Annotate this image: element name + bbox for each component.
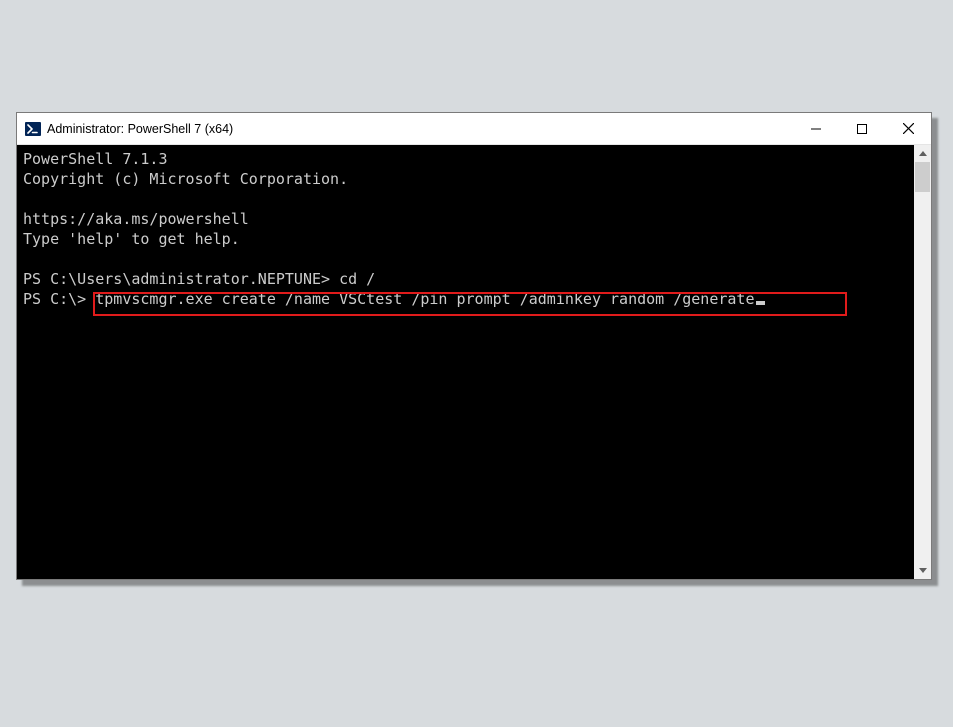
prompt-prefix: PS C:\Users\administrator.NEPTUNE> bbox=[23, 270, 339, 288]
powershell-window: Administrator: PowerShell 7 (x64) PowerS… bbox=[16, 112, 932, 580]
client-area: PowerShell 7.1.3 Copyright (c) Microsoft… bbox=[17, 145, 931, 579]
close-button[interactable] bbox=[885, 113, 931, 144]
window-controls bbox=[793, 113, 931, 144]
text-cursor bbox=[756, 301, 765, 305]
terminal-line: https://aka.ms/powershell bbox=[23, 210, 249, 228]
vertical-scrollbar[interactable] bbox=[914, 145, 931, 579]
prompt-command: tpmvscmgr.exe create /name VSCtest /pin … bbox=[95, 290, 754, 308]
scroll-down-arrow-icon[interactable] bbox=[914, 562, 931, 579]
terminal-line: Type 'help' to get help. bbox=[23, 230, 240, 248]
scroll-thumb[interactable] bbox=[915, 162, 930, 192]
titlebar[interactable]: Administrator: PowerShell 7 (x64) bbox=[17, 113, 931, 145]
terminal-line: PowerShell 7.1.3 bbox=[23, 150, 168, 168]
terminal-line: Copyright (c) Microsoft Corporation. bbox=[23, 170, 348, 188]
minimize-button[interactable] bbox=[793, 113, 839, 144]
scroll-up-arrow-icon[interactable] bbox=[914, 145, 931, 162]
window-title: Administrator: PowerShell 7 (x64) bbox=[47, 122, 233, 136]
terminal-output[interactable]: PowerShell 7.1.3 Copyright (c) Microsoft… bbox=[17, 145, 914, 579]
powershell-icon bbox=[25, 121, 41, 137]
maximize-button[interactable] bbox=[839, 113, 885, 144]
prompt-command: cd / bbox=[339, 270, 375, 288]
prompt-prefix: PS C:\> bbox=[23, 290, 95, 308]
